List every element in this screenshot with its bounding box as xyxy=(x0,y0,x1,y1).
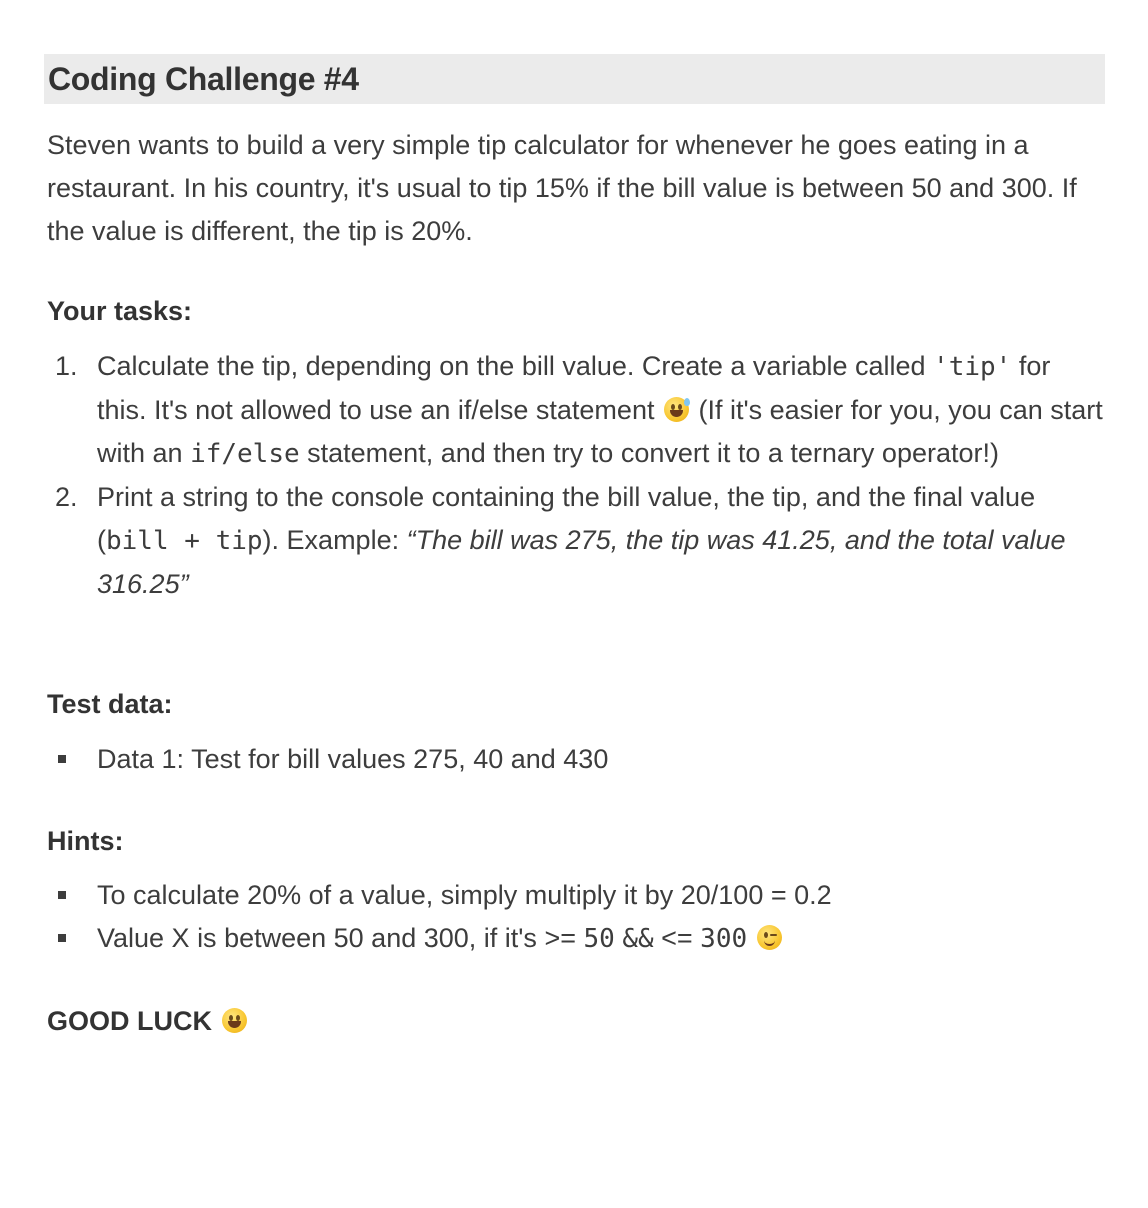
tasks-list: 1. Calculate the tip, depending on the bi… xyxy=(47,345,1107,606)
title-bar: Coding Challenge #4 xyxy=(44,54,1105,104)
code-snippet: 50 xyxy=(583,924,615,954)
page-title: Coding Challenge #4 xyxy=(48,61,359,97)
list-item: Value X is between 50 and 300, if it's >… xyxy=(47,917,1107,961)
task-number: 1. xyxy=(55,351,78,381)
task-text: statement, and then try to convert it to… xyxy=(299,438,999,468)
task-number: 2. xyxy=(55,482,78,512)
test-data-list: Data 1: Test for bill values 275, 40 and… xyxy=(47,738,1107,781)
code-snippet: 'tip' xyxy=(933,352,1012,382)
grinning-sweat-emoji-icon xyxy=(663,397,690,422)
bullet-icon xyxy=(58,755,66,763)
list-item: Data 1: Test for bill values 275, 40 and… xyxy=(47,738,1107,781)
task-text: ). Example: xyxy=(262,525,407,555)
bullet-icon xyxy=(58,891,66,899)
closing-text: GOOD LUCK xyxy=(47,1006,249,1037)
code-snippet: && xyxy=(622,924,654,954)
grinning-face-emoji-icon xyxy=(221,1008,247,1033)
tasks-heading: Your tasks: xyxy=(47,296,193,326)
hints-heading: Hints: xyxy=(47,826,124,856)
test-data-heading: Test data: xyxy=(47,689,173,719)
hints-list: To calculate 20% of a value, simply mult… xyxy=(47,874,1107,961)
task-text: Calculate the tip, depending on the bill… xyxy=(97,351,934,381)
code-snippet: if/else xyxy=(190,439,300,469)
list-item: To calculate 20% of a value, simply mult… xyxy=(47,874,1107,917)
task-item-1: 1. Calculate the tip, depending on the bi… xyxy=(47,345,1107,476)
code-snippet: 300 xyxy=(700,924,748,954)
intro-paragraph: Steven wants to build a very simple tip … xyxy=(47,130,1077,246)
document-page: Coding Challenge #4 Steven wants to buil… xyxy=(0,0,1148,1208)
code-snippet: bill + tip xyxy=(106,526,263,556)
task-item-2: 2. Print a string to the console containi… xyxy=(47,476,1107,606)
winking-face-emoji-icon xyxy=(756,925,782,950)
bullet-icon xyxy=(58,934,66,942)
